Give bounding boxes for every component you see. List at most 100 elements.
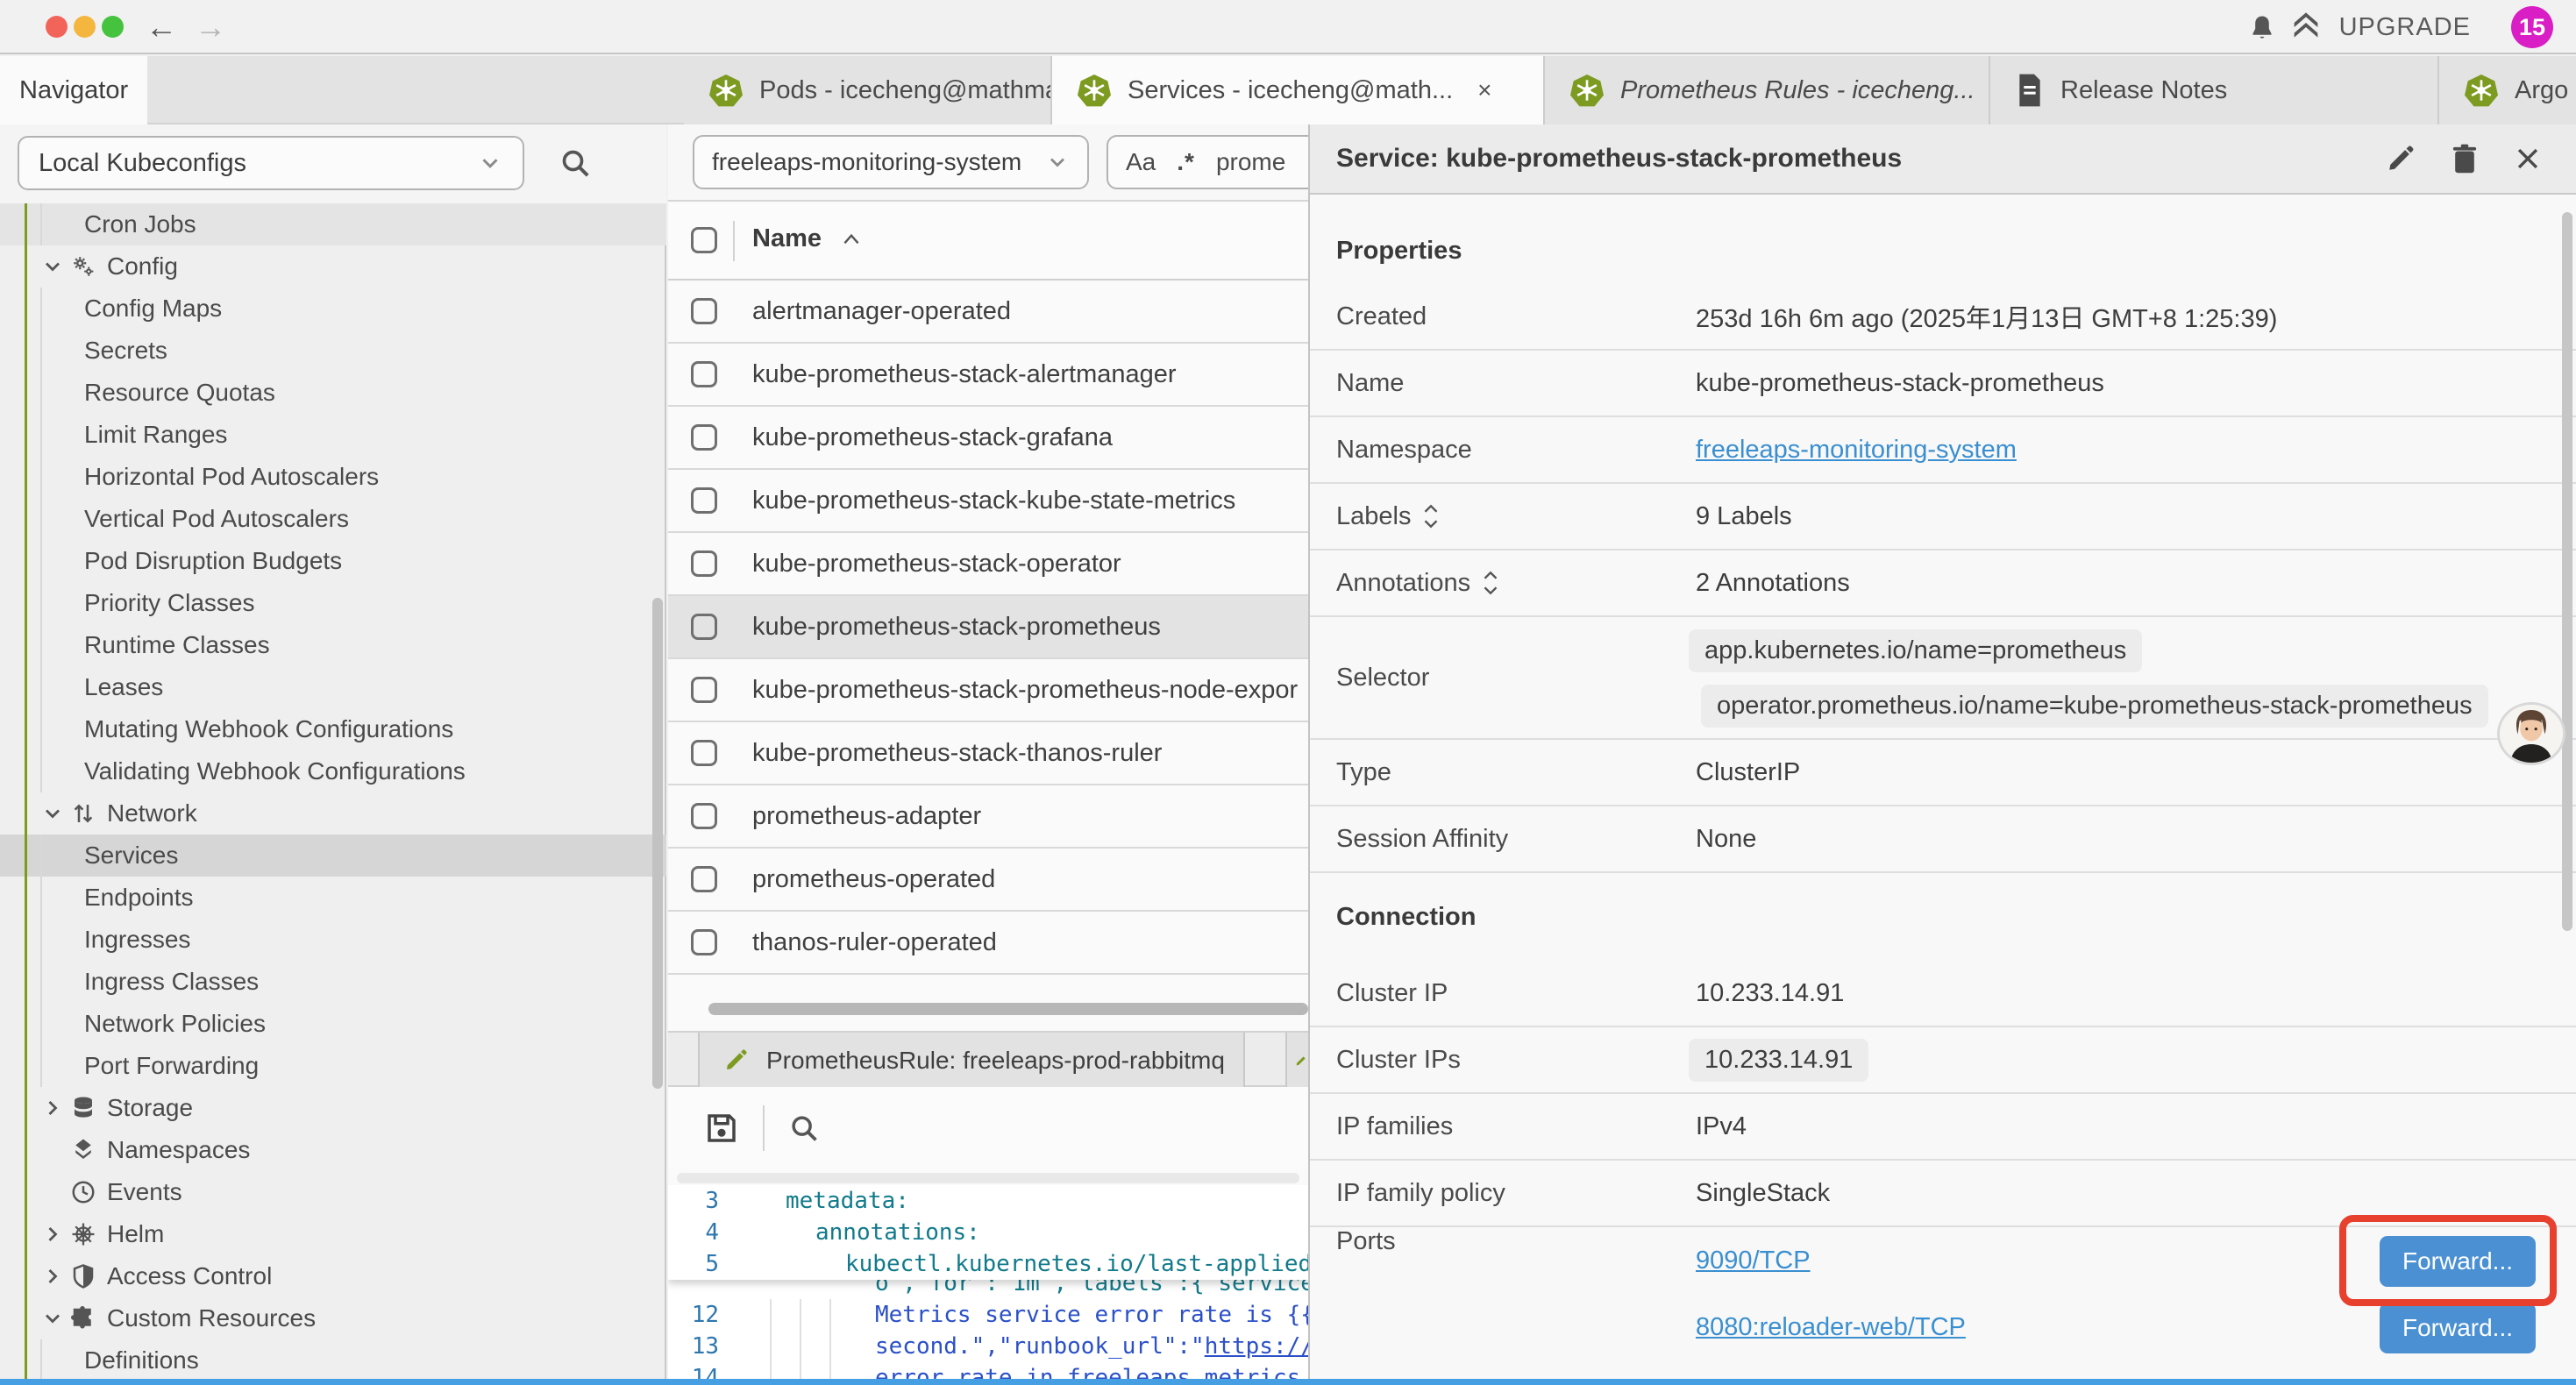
- namespace-selector[interactable]: freeleaps-monitoring-system: [693, 135, 1089, 189]
- table-row-prometheus-operated[interactable]: prometheus-operated: [668, 849, 1308, 912]
- chevron-right-icon[interactable]: [40, 1222, 65, 1246]
- runbook-url-link[interactable]: https://net: [1205, 1333, 1308, 1360]
- value-chip[interactable]: 10.233.14.91: [1689, 1039, 1868, 1082]
- sidebar-item-limit-ranges[interactable]: Limit Ranges: [0, 414, 666, 456]
- editor-search-icon[interactable]: [787, 1112, 821, 1145]
- forward-button[interactable]: Forward...: [2380, 1303, 2536, 1353]
- sidebar-item-horizontal-pod-autoscalers[interactable]: Horizontal Pod Autoscalers: [0, 456, 666, 498]
- zoom-window-icon[interactable]: [102, 16, 124, 38]
- row-checkbox[interactable]: [691, 361, 717, 387]
- sidebar-item-pod-disruption-budgets[interactable]: Pod Disruption Budgets: [0, 540, 666, 582]
- close-icon[interactable]: [2513, 144, 2543, 174]
- close-window-icon[interactable]: [46, 16, 68, 38]
- minimize-window-icon[interactable]: [74, 16, 96, 38]
- sidebar-item-namespaces[interactable]: Namespaces: [0, 1129, 666, 1171]
- expand-collapse-icon[interactable]: [1421, 501, 1441, 531]
- table-row-kube-prometheus-stack-grafana[interactable]: kube-prometheus-stack-grafana: [668, 407, 1308, 470]
- expand-collapse-icon[interactable]: [1481, 568, 1500, 598]
- sidebar-item-mutating-webhook-configurations[interactable]: Mutating Webhook Configurations: [0, 708, 666, 750]
- sidebar-item-storage[interactable]: Storage: [0, 1087, 666, 1129]
- chevron-down-icon[interactable]: [40, 1306, 65, 1331]
- sidebar-item-ingresses[interactable]: Ingresses: [0, 919, 666, 961]
- sidebar-item-access-control[interactable]: Access Control: [0, 1255, 666, 1297]
- row-checkbox[interactable]: [691, 866, 717, 892]
- tab-prometheus-rules-icecheng[interactable]: Prometheus Rules - icecheng...: [1543, 56, 1989, 124]
- sort-ascending-icon[interactable]: [840, 230, 863, 249]
- table-row-alertmanager-operated[interactable]: alertmanager-operated: [668, 281, 1308, 344]
- sidebar-item-vertical-pod-autoscalers[interactable]: Vertical Pod Autoscalers: [0, 498, 666, 540]
- yaml-editor[interactable]: 3metadata:4annotations:5kubectl.kubernet…: [668, 1185, 1308, 1379]
- name-column-header[interactable]: Name: [752, 224, 822, 253]
- chevron-down-icon[interactable]: [40, 801, 65, 826]
- sidebar-item-leases[interactable]: Leases: [0, 666, 666, 708]
- sidebar-item-config-maps[interactable]: Config Maps: [0, 288, 666, 330]
- edit-pencil-icon[interactable]: [2385, 143, 2416, 174]
- row-checkbox[interactable]: [691, 803, 717, 829]
- sidebar-item-priority-classes[interactable]: Priority Classes: [0, 582, 666, 624]
- tab-close-icon[interactable]: ×: [1477, 76, 1491, 104]
- kubeconfig-selector[interactable]: Local Kubeconfigs: [18, 136, 524, 190]
- search-icon[interactable]: [558, 146, 593, 181]
- row-checkbox[interactable]: [691, 740, 717, 766]
- port-link[interactable]: 8080:reloader-web/TCP: [1696, 1313, 1966, 1342]
- tab-argo-se[interactable]: Argo Se: [2437, 56, 2576, 124]
- sidebar-item-validating-webhook-configurations[interactable]: Validating Webhook Configurations: [0, 750, 666, 792]
- row-checkbox[interactable]: [691, 298, 717, 324]
- sidebar-scrollbar[interactable]: [652, 598, 663, 1089]
- row-checkbox[interactable]: [691, 929, 717, 955]
- table-row-kube-prometheus-stack-kube-state-metrics[interactable]: kube-prometheus-stack-kube-state-metrics: [668, 470, 1308, 533]
- forward-arrow-icon[interactable]: →: [189, 9, 231, 46]
- sidebar-item-ingress-classes[interactable]: Ingress Classes: [0, 961, 666, 1003]
- save-icon[interactable]: [703, 1110, 740, 1147]
- sidebar-item-definitions[interactable]: Definitions: [0, 1339, 666, 1379]
- sidebar-item-config[interactable]: Config: [0, 245, 666, 288]
- notifications-bell-icon[interactable]: [2246, 12, 2278, 44]
- back-arrow-icon[interactable]: ←: [140, 9, 182, 46]
- match-case-icon[interactable]: Aa: [1126, 148, 1156, 176]
- sidebar-item-custom-resources[interactable]: Custom Resources: [0, 1297, 666, 1339]
- row-checkbox[interactable]: [691, 614, 717, 640]
- sidebar-item-cron-jobs[interactable]: Cron Jobs: [0, 203, 666, 245]
- table-row-prometheus-adapter[interactable]: prometheus-adapter: [668, 785, 1308, 849]
- horizontal-scrollbar[interactable]: [708, 1003, 1308, 1015]
- selector-chip[interactable]: operator.prometheus.io/name=kube-prometh…: [1701, 685, 2488, 728]
- table-row-kube-prometheus-stack-operator[interactable]: kube-prometheus-stack-operator: [668, 533, 1308, 596]
- row-checkbox[interactable]: [691, 677, 717, 703]
- sidebar-item-services[interactable]: Services: [0, 835, 666, 877]
- tab-release-notes[interactable]: Release Notes: [1989, 56, 2437, 124]
- filter-input[interactable]: Aa .* prome: [1107, 135, 1308, 189]
- port-link[interactable]: 9090/TCP: [1696, 1246, 1811, 1275]
- sidebar-item-network[interactable]: Network: [0, 792, 666, 835]
- table-row-kube-prometheus-stack-prometheus[interactable]: kube-prometheus-stack-prometheus: [668, 596, 1308, 659]
- notification-count-badge[interactable]: 15: [2511, 6, 2553, 48]
- select-all-checkbox[interactable]: [691, 227, 717, 253]
- upgrade-button[interactable]: UPGRADE: [2287, 0, 2471, 54]
- editor-scroll-strip[interactable]: [677, 1173, 1299, 1183]
- tab-services-icecheng-math[interactable]: Services - icecheng@math...×: [1050, 56, 1543, 124]
- sidebar-item-events[interactable]: Events: [0, 1171, 666, 1213]
- sidebar-item-resource-quotas[interactable]: Resource Quotas: [0, 372, 666, 414]
- table-row-kube-prometheus-stack-prometheus-node-expor[interactable]: kube-prometheus-stack-prometheus-node-ex…: [668, 659, 1308, 722]
- chevron-right-icon[interactable]: [40, 1264, 65, 1289]
- sidebar-item-secrets[interactable]: Secrets: [0, 330, 666, 372]
- editor-tab-prometheusrule[interactable]: PrometheusRule: freeleaps-prod-rabbitmq: [698, 1033, 1245, 1089]
- property-value-link[interactable]: freeleaps-monitoring-system: [1696, 436, 2017, 465]
- sidebar-item-helm[interactable]: Helm: [0, 1213, 666, 1255]
- editor-tab-next-partial[interactable]: [1285, 1033, 1308, 1089]
- tab-pods-icecheng-mathmas[interactable]: Pods - icecheng@mathmas...: [684, 56, 1050, 124]
- chevron-right-icon[interactable]: [40, 1096, 65, 1120]
- table-row-kube-prometheus-stack-alertmanager[interactable]: kube-prometheus-stack-alertmanager: [668, 344, 1308, 407]
- sidebar-item-endpoints[interactable]: Endpoints: [0, 877, 666, 919]
- chevron-down-icon[interactable]: [40, 254, 65, 279]
- user-avatar[interactable]: [2497, 702, 2565, 765]
- sidebar-item-network-policies[interactable]: Network Policies: [0, 1003, 666, 1045]
- sidebar-item-runtime-classes[interactable]: Runtime Classes: [0, 624, 666, 666]
- delete-trash-icon[interactable]: [2450, 142, 2480, 175]
- row-checkbox[interactable]: [691, 487, 717, 514]
- tab-navigator[interactable]: Navigator: [0, 56, 147, 124]
- selector-chip[interactable]: app.kubernetes.io/name=prometheus: [1689, 629, 2142, 672]
- panel-scrollbar[interactable]: [2562, 212, 2572, 931]
- row-checkbox[interactable]: [691, 424, 717, 451]
- regex-icon[interactable]: .*: [1177, 148, 1195, 176]
- sidebar-item-port-forwarding[interactable]: Port Forwarding: [0, 1045, 666, 1087]
